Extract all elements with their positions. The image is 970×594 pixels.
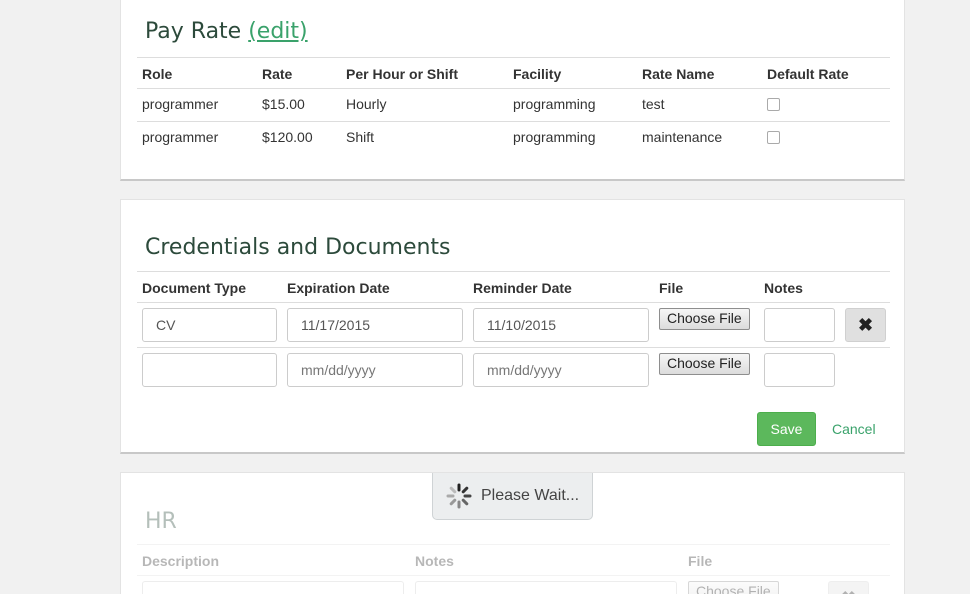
- cell-per-hour-or-shift: Hourly: [346, 96, 387, 112]
- cell-facility: programming: [513, 96, 596, 112]
- document-type-input[interactable]: CV: [142, 308, 277, 342]
- cell-per-hour-or-shift: Shift: [346, 129, 375, 145]
- loading-text: Please Wait...: [481, 487, 580, 504]
- loading-indicator: Please Wait...: [432, 473, 593, 520]
- reminder-date-input[interactable]: 11/10/2015: [473, 308, 649, 342]
- credentials-title: Credentials and Documents: [145, 235, 451, 260]
- expiration-date-input[interactable]: mm/dd/yyyy: [287, 353, 463, 387]
- cell-rate: $120.00: [262, 129, 313, 145]
- column-header-facility: Facility: [513, 66, 562, 82]
- column-header-role: Role: [142, 66, 173, 82]
- cell-facility: programming: [513, 129, 596, 145]
- pay-rate-row: programmer $15.00 Hourly programming tes…: [137, 89, 890, 122]
- hr-header-row: Description Notes File: [137, 544, 890, 576]
- reminder-date-input[interactable]: mm/dd/yyyy: [473, 353, 649, 387]
- pay-rate-header-row: Role Rate Per Hour or Shift Facility Rat…: [137, 57, 890, 89]
- column-header-rate-name: Rate Name: [642, 66, 715, 82]
- pay-rate-panel: Pay Rate (edit) Role Rate Per Hour or Sh…: [120, 0, 905, 181]
- remove-row-button[interactable]: ✖: [828, 581, 869, 594]
- cell-rate-name: test: [642, 96, 665, 112]
- save-button[interactable]: Save: [757, 412, 816, 446]
- notes-input[interactable]: [415, 581, 677, 594]
- cell-rate: $15.00: [262, 96, 305, 112]
- cancel-link[interactable]: Cancel: [832, 421, 876, 437]
- credentials-panel: Credentials and Documents Document Type …: [120, 199, 905, 454]
- cell-role: programmer: [142, 129, 219, 145]
- hr-title: HR: [145, 509, 177, 534]
- default-rate-checkbox[interactable]: [767, 98, 780, 111]
- column-header-expiration-date: Expiration Date: [287, 280, 390, 296]
- credential-row: mm/dd/yyyy mm/dd/yyyy Choose File: [137, 348, 890, 393]
- pay-rate-title: Pay Rate (edit): [145, 19, 308, 44]
- column-header-reminder-date: Reminder Date: [473, 280, 572, 296]
- credential-row: CV 11/17/2015 11/10/2015 Choose File ✖: [137, 303, 890, 348]
- column-header-per-hour-or-shift: Per Hour or Shift: [346, 66, 459, 82]
- notes-input[interactable]: [764, 308, 835, 342]
- cell-rate-name: maintenance: [642, 129, 723, 145]
- description-input[interactable]: [142, 581, 404, 594]
- expiration-date-input[interactable]: 11/17/2015: [287, 308, 463, 342]
- column-header-notes: Notes: [415, 553, 454, 569]
- column-header-file: File: [688, 553, 713, 569]
- remove-row-button[interactable]: ✖: [845, 308, 886, 342]
- pay-rate-row: programmer $120.00 Shift programming mai…: [137, 122, 890, 155]
- column-header-default-rate: Default Rate: [767, 66, 849, 82]
- column-header-file: File: [659, 280, 684, 296]
- column-header-notes: Notes: [764, 280, 803, 296]
- choose-file-button[interactable]: Choose File: [688, 581, 779, 594]
- choose-file-button[interactable]: Choose File: [659, 353, 750, 375]
- pay-rate-edit-link[interactable]: (edit): [248, 19, 307, 44]
- close-icon: ✖: [857, 314, 874, 335]
- document-type-input[interactable]: [142, 353, 277, 387]
- default-rate-checkbox[interactable]: [767, 131, 780, 144]
- notes-input[interactable]: [764, 353, 835, 387]
- spinner-icon: [446, 483, 472, 509]
- close-icon: ✖: [841, 588, 856, 594]
- choose-file-button[interactable]: Choose File: [659, 308, 750, 330]
- cell-role: programmer: [142, 96, 219, 112]
- pay-rate-title-text: Pay Rate: [145, 19, 242, 44]
- column-header-document-type: Document Type: [142, 280, 246, 296]
- column-header-description: Description: [142, 553, 220, 569]
- credentials-header-row: Document Type Expiration Date Reminder D…: [137, 271, 890, 303]
- column-header-rate: Rate: [262, 66, 293, 82]
